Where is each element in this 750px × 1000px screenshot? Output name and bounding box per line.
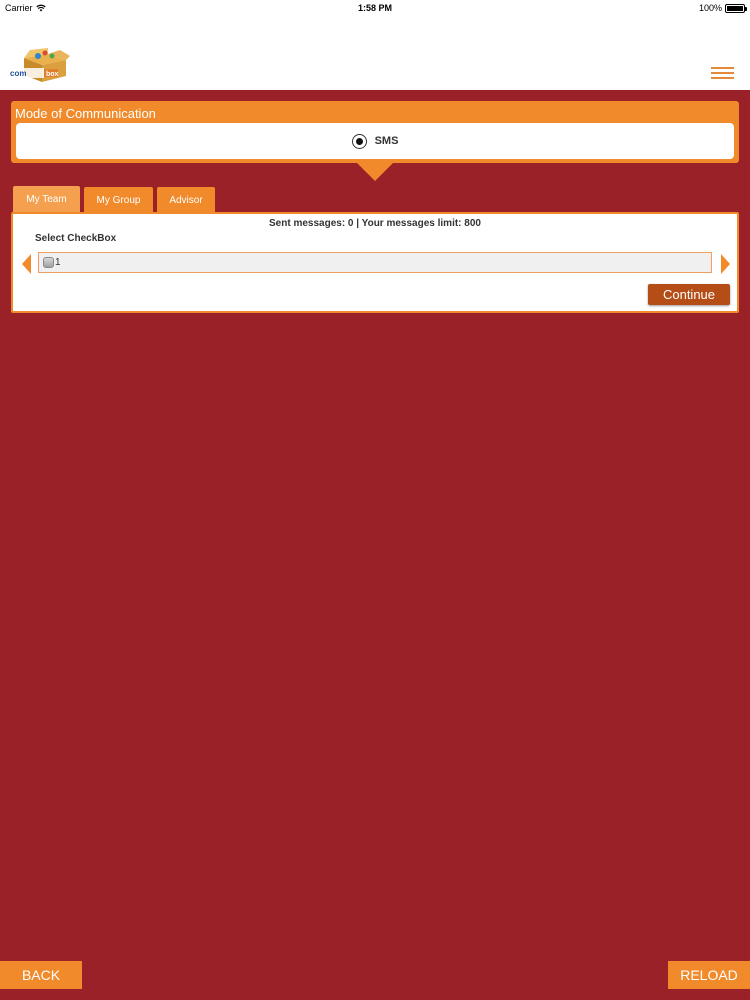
app-header: com box	[0, 18, 750, 90]
reload-button[interactable]: RELOAD	[668, 961, 750, 989]
scroll-right-arrow-icon[interactable]	[721, 254, 730, 274]
status-time: 1:58 PM	[357, 3, 392, 13]
back-button[interactable]: BACK	[0, 961, 82, 989]
continue-button[interactable]: Continue	[648, 284, 730, 305]
checkbox-label: 1	[55, 257, 61, 268]
mode-of-communication-panel: Mode of Communication SMS	[11, 101, 739, 163]
svg-text:com: com	[10, 69, 26, 78]
team-content-panel: Sent messages: 0 | Your messages limit: …	[11, 212, 739, 313]
sent-messages-info: Sent messages: 0 | Your messages limit: …	[269, 218, 481, 229]
battery-percent: 100%	[698, 3, 722, 13]
member-checkbox[interactable]	[43, 257, 54, 268]
radio-selected-dot	[355, 137, 363, 145]
mode-options: SMS	[16, 123, 734, 159]
tab-advisor[interactable]: Advisor	[157, 187, 215, 213]
select-checkbox-label: Select CheckBox	[35, 233, 117, 244]
status-bar: Carrier 1:58 PM 100%	[0, 0, 750, 18]
mode-title: Mode of Communication	[15, 106, 156, 121]
tab-my-group[interactable]: My Group	[84, 187, 153, 213]
mode-pointer-arrow	[357, 163, 393, 181]
svg-text:box: box	[46, 71, 59, 78]
battery-indicator: 100%	[698, 3, 747, 13]
sms-label[interactable]: SMS	[375, 135, 399, 147]
sms-radio[interactable]	[351, 133, 367, 149]
scroll-left-arrow-icon[interactable]	[22, 254, 31, 274]
battery-icon	[725, 3, 747, 13]
tab-my-team[interactable]: My Team	[13, 186, 80, 213]
combox-logo-icon[interactable]: com box	[8, 48, 74, 84]
hamburger-menu-icon[interactable]	[711, 67, 734, 79]
checkbox-list-row: 1	[38, 252, 712, 273]
